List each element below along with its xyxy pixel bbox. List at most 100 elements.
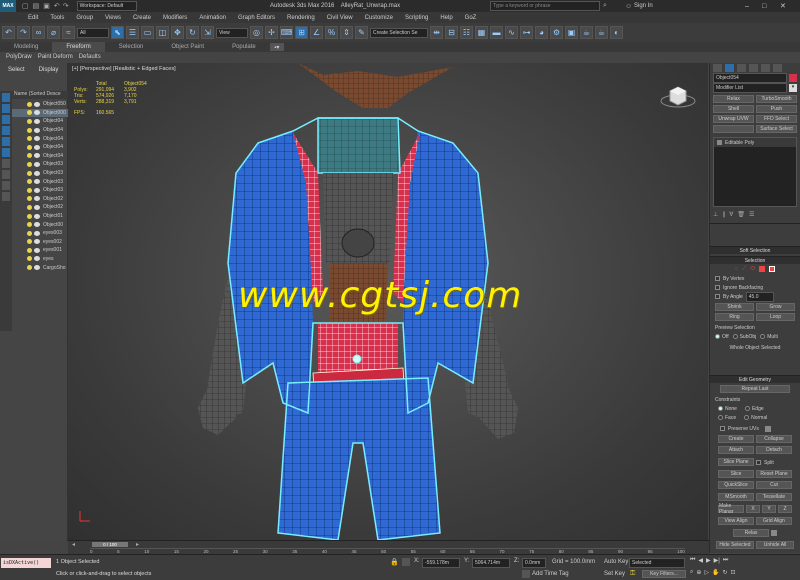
scene-tab-select[interactable]: Select <box>8 67 25 73</box>
shell-modifier-button[interactable]: Shell <box>713 105 754 113</box>
key-icon[interactable]: ⚿ <box>630 570 635 578</box>
link-icon[interactable]: ∞ <box>32 26 45 39</box>
list-item[interactable]: Object03 <box>12 177 68 186</box>
menu-animation[interactable]: Animation <box>193 15 232 21</box>
preview-off-radio[interactable]: Off <box>715 334 729 340</box>
menu-graph-editors[interactable]: Graph Editors <box>232 15 281 21</box>
next-frame-icon[interactable]: ▸ <box>136 541 139 548</box>
relax-settings-icon[interactable] <box>771 530 777 536</box>
field-of-view-icon[interactable]: ▷ <box>704 569 709 576</box>
filter-shapes-icon[interactable] <box>2 104 10 113</box>
filter-bones-icon[interactable] <box>2 181 10 190</box>
list-item[interactable]: Object04 <box>12 152 68 161</box>
configure-modifier-sets-icon[interactable]: ☰ <box>749 211 754 218</box>
menu-views[interactable]: Views <box>99 15 127 21</box>
shrink-button[interactable]: Shrink <box>715 303 754 311</box>
render-setup-icon[interactable]: ⚙ <box>550 26 563 39</box>
filter-geometry-icon[interactable] <box>2 93 10 102</box>
tab-object-paint[interactable]: Object Paint <box>157 42 218 52</box>
play-icon[interactable]: ▶ <box>706 557 711 564</box>
edge-level-icon[interactable]: ⟋ <box>742 266 746 273</box>
auto-key-label[interactable]: Auto Key <box>604 559 628 565</box>
toggle-ribbon-icon[interactable]: ▬ <box>490 26 503 39</box>
search-icon[interactable]: ⌕ <box>603 2 607 10</box>
scene-tab-display[interactable]: Display <box>39 67 59 73</box>
chevron-down-icon[interactable]: ▾ <box>789 84 797 92</box>
scale-icon[interactable]: ⇲ <box>201 26 214 39</box>
create-button[interactable]: Create <box>718 435 754 443</box>
pan-icon[interactable]: ✋ <box>712 569 719 576</box>
edit-geometry-header[interactable]: Edit Geometry <box>710 375 800 383</box>
rectangular-selection-icon[interactable]: ▭ <box>141 26 154 39</box>
preserve-uvs-checkbox[interactable]: Preserve UVs <box>710 424 800 433</box>
reset-plane-button[interactable]: Reset Plane <box>756 470 792 478</box>
maximize-button[interactable]: □ <box>762 3 766 10</box>
redo-tool-icon[interactable]: ↷ <box>17 26 30 39</box>
attach-button[interactable]: Attach <box>718 446 754 454</box>
ribbon-paint-deform[interactable]: Paint Deform <box>38 54 73 60</box>
undo-icon[interactable]: ↶ <box>54 2 60 10</box>
selection-rollout[interactable]: Selection <box>710 256 800 264</box>
list-item[interactable]: eyes001 <box>12 246 68 255</box>
render-production-icon[interactable]: ☕ <box>580 26 593 39</box>
show-end-result-icon[interactable]: ∥ <box>722 211 725 218</box>
perspective-viewport[interactable]: [+] [Perspective] [Realistic + Edged Fac… <box>68 63 708 540</box>
render-activeshade-icon[interactable]: ◐ <box>610 26 623 39</box>
modifier-stack-item[interactable]: Editable Poly <box>714 138 796 147</box>
by-angle-checkbox[interactable]: By Angle 45.0 <box>710 291 800 302</box>
utilities-tab-icon[interactable] <box>773 64 782 72</box>
keyboard-shortcut-icon[interactable]: ⌨ <box>280 26 293 39</box>
add-time-tag[interactable]: Add Time Tag <box>532 571 569 577</box>
preview-multi-radio[interactable]: Multi <box>760 334 778 340</box>
display-tab-icon[interactable] <box>761 64 770 72</box>
list-item[interactable]: Object03 <box>12 169 68 178</box>
list-item[interactable]: Object02 <box>12 203 68 212</box>
menu-scripting[interactable]: Scripting <box>399 15 434 21</box>
relax-modifier-button[interactable]: Relax <box>713 95 754 103</box>
filter-lights-icon[interactable] <box>2 115 10 124</box>
constraint-face-radio[interactable]: Face <box>718 415 736 421</box>
pivot-center-icon[interactable]: ◎ <box>250 26 263 39</box>
surface-select-modifier-button[interactable]: Surface Select <box>756 125 797 133</box>
menu-modifiers[interactable]: Modifiers <box>157 15 193 21</box>
menu-rendering[interactable]: Rendering <box>281 15 321 21</box>
zoom-icon[interactable]: ⌕ <box>690 569 693 576</box>
settings-icon[interactable] <box>764 425 771 432</box>
list-item[interactable]: Object050 <box>12 100 68 109</box>
list-item[interactable]: eyes002 <box>12 238 68 247</box>
align-icon[interactable]: ⊟ <box>445 26 458 39</box>
move-icon[interactable]: ✥ <box>171 26 184 39</box>
unhide-all-button[interactable]: Unhide All <box>756 541 794 549</box>
tessellate-button[interactable]: Tessellate <box>756 493 792 501</box>
select-manipulate-icon[interactable]: ✢ <box>265 26 278 39</box>
ribbon-polydraw[interactable]: PolyDraw <box>6 54 32 60</box>
planar-z-button[interactable]: Z <box>778 505 792 513</box>
set-key-label[interactable]: Set Key <box>604 571 625 577</box>
list-item[interactable]: Object000 <box>12 108 68 118</box>
make-planar-button[interactable]: Make Planar <box>718 503 744 515</box>
list-item[interactable]: Object00 <box>12 220 68 229</box>
time-tag-icon[interactable] <box>522 570 530 578</box>
modify-tab-icon[interactable] <box>725 64 734 72</box>
ffd-select-modifier-button[interactable]: FFD Select <box>756 115 797 123</box>
previous-frame-icon[interactable]: ◀ <box>698 557 703 564</box>
lock-selection-icon[interactable]: 🔒 <box>390 558 399 566</box>
ribbon-options-icon[interactable]: ▪▾ <box>269 43 284 51</box>
menu-edit[interactable]: Edit <box>22 15 44 21</box>
undo-tool-icon[interactable]: ↶ <box>2 26 15 39</box>
hierarchy-tab-icon[interactable] <box>737 64 746 72</box>
make-unique-icon[interactable]: ∀ <box>729 211 733 218</box>
quick-access-save-icon[interactable]: ▣ <box>43 2 50 10</box>
list-item[interactable]: Object04 <box>12 143 68 152</box>
list-item[interactable]: Object04 <box>12 117 68 126</box>
prev-frame-icon[interactable]: ◂ <box>72 541 75 548</box>
named-selection-dropdown[interactable]: Create Selection Se <box>370 27 428 38</box>
ribbon-defaults[interactable]: Defaults <box>79 54 101 60</box>
time-slider[interactable]: 0 / 100 ◂ ▸ 0 5 10 15 20 25 30 35 40 45 … <box>68 540 709 554</box>
list-item[interactable]: Object01 <box>12 212 68 221</box>
window-crossing-icon[interactable]: ◫ <box>156 26 169 39</box>
x-coordinate-field[interactable]: -559.178m <box>422 558 460 568</box>
unlink-icon[interactable]: ⌀ <box>47 26 60 39</box>
search-input[interactable]: Type a keyword or phrase <box>490 1 600 11</box>
view-align-button[interactable]: View Align <box>718 517 754 525</box>
